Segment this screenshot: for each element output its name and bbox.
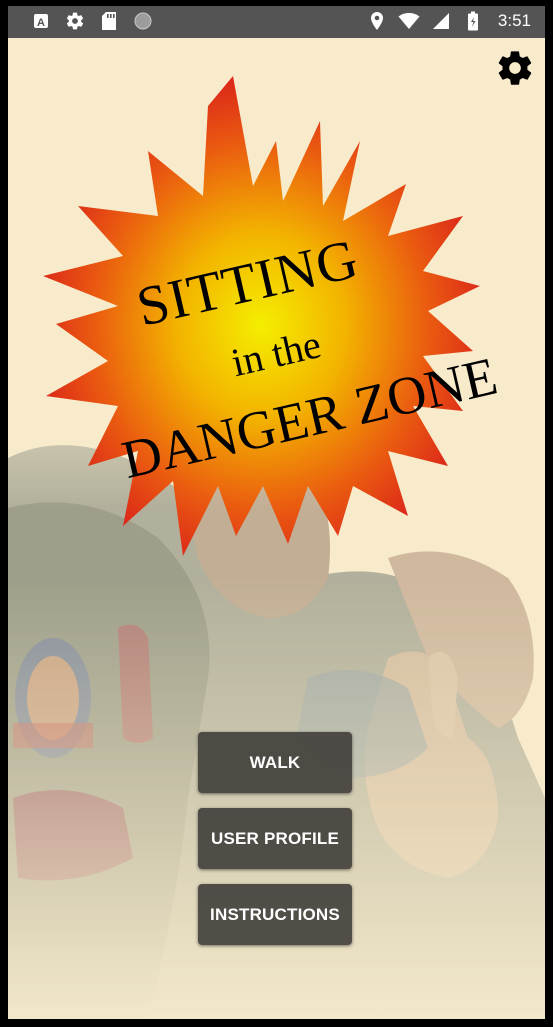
gear-icon xyxy=(64,10,86,32)
instructions-button[interactable]: INSTRUCTIONS xyxy=(198,884,352,945)
main-screen: SITTING in the DANGER ZONE WALK USER PRO… xyxy=(8,38,545,1019)
status-time: 3:51 xyxy=(497,11,531,30)
location-icon xyxy=(366,10,388,32)
status-bar: A 3:51 xyxy=(8,6,545,38)
battery-icon xyxy=(462,10,484,32)
text-icon: A xyxy=(30,10,52,32)
sd-card-icon xyxy=(98,10,120,32)
circle-icon xyxy=(132,10,154,32)
starburst-shape xyxy=(43,76,480,556)
danger-zone-logo: SITTING in the DANGER ZONE xyxy=(43,76,503,556)
main-menu: WALK USER PROFILE INSTRUCTIONS xyxy=(198,732,352,960)
walk-button[interactable]: WALK xyxy=(198,732,352,793)
phone-screen: A 3:51 SITTING in the DANGER ZONE WALK U… xyxy=(8,6,545,1019)
signal-icon xyxy=(430,10,452,32)
wifi-icon xyxy=(398,10,420,32)
user-profile-button[interactable]: USER PROFILE xyxy=(198,808,352,869)
svg-text:A: A xyxy=(37,17,45,29)
